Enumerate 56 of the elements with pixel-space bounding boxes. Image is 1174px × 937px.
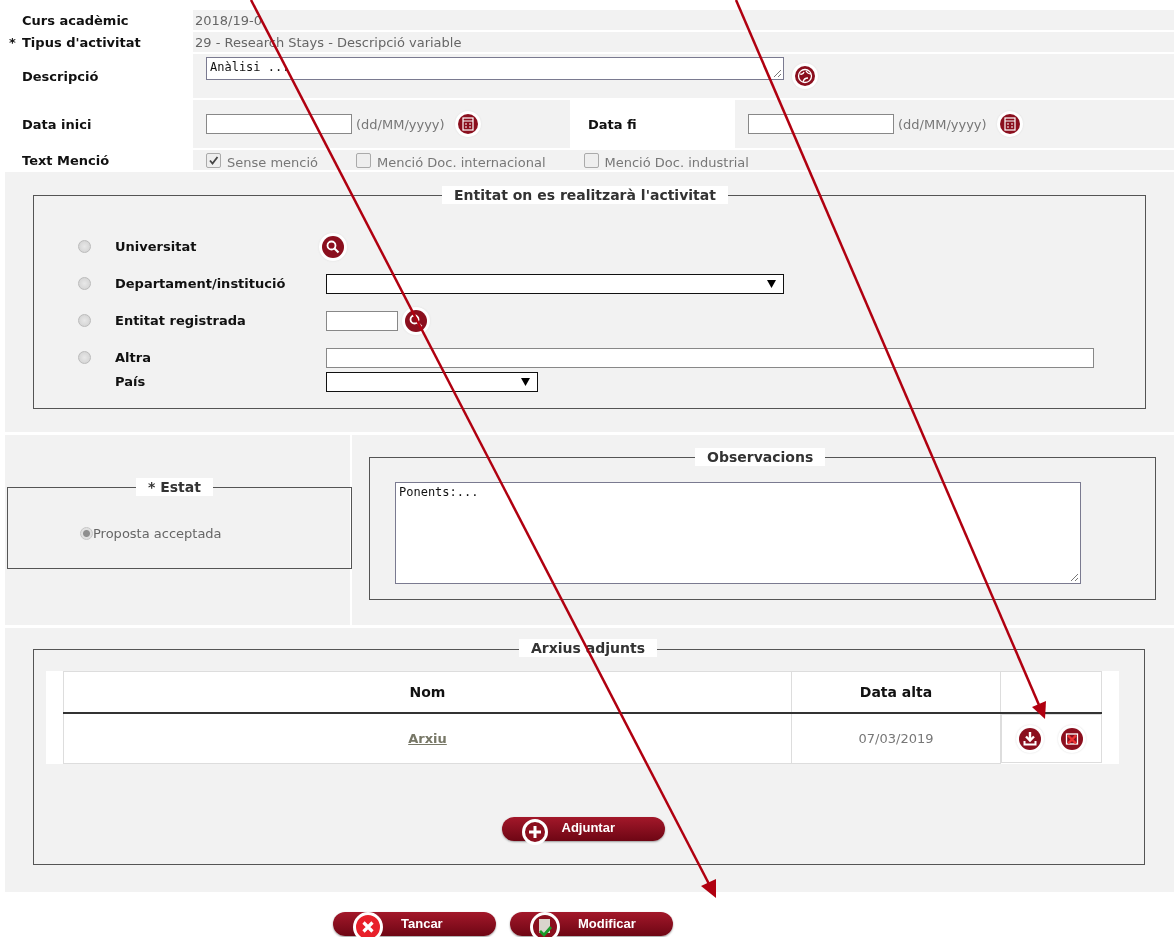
radio-button[interactable] (78, 351, 91, 364)
select-field[interactable] (326, 371, 538, 392)
globe-icon[interactable] (792, 63, 818, 89)
calendar-icon[interactable] (996, 111, 1023, 137)
download-icon[interactable] (1016, 724, 1045, 753)
radio-button[interactable] (78, 277, 91, 290)
date-format-hint: (dd/MM/yyyy) (898, 116, 987, 132)
fieldset-legend: Entitat on es realitzarà l'activitat (442, 186, 728, 204)
fieldset-legend: Observacions (695, 448, 826, 466)
input-field[interactable] (326, 310, 398, 331)
delete-icon[interactable] (1058, 724, 1087, 753)
caret-icon (767, 279, 776, 288)
plus-icon (521, 818, 548, 845)
radio-button[interactable] (78, 314, 91, 327)
date-format-hint: (dd/MM/yyyy) (356, 116, 445, 132)
input-field[interactable] (326, 347, 1094, 368)
field-label: Altra (115, 350, 152, 365)
file-link[interactable]: Arxiu (408, 731, 447, 747)
radio-button[interactable] (78, 240, 91, 253)
observations-field[interactable]: Ponents:... (395, 482, 1081, 584)
calendar-icon[interactable] (454, 111, 481, 137)
checkbox[interactable] (206, 152, 221, 168)
search-icon[interactable] (402, 306, 430, 335)
description-field[interactable]: Anàlisi ... (206, 57, 784, 80)
radio-button[interactable] (80, 527, 93, 540)
radio-label: Proposta acceptada (93, 526, 222, 541)
field-label: Tipus d'activitat (22, 34, 141, 50)
resize-grip-icon[interactable] (773, 69, 782, 78)
field-label: País (115, 374, 147, 389)
field-label: Descripció (22, 68, 99, 84)
fieldset-legend: * Estat (136, 478, 213, 496)
checkbox-label: Menció Doc. industrial (604, 153, 749, 170)
field-label: Data inici (22, 116, 92, 132)
required-mark: * (9, 34, 16, 50)
date-field[interactable] (748, 114, 894, 134)
search-icon[interactable] (319, 232, 347, 261)
column-header: Data alta (791, 671, 1001, 713)
action-button[interactable]: Tancar (333, 912, 496, 936)
action-button[interactable]: Modificar (510, 912, 673, 936)
field-label: Data fi (588, 116, 637, 132)
field-label: Departament/institució (115, 276, 287, 291)
checkbox[interactable] (583, 152, 599, 168)
checkbox-label: Menció Doc. internacional (377, 153, 546, 170)
date-field[interactable] (206, 114, 352, 134)
field-label: Universitat (115, 239, 198, 254)
field-label: Text Menció (22, 152, 110, 168)
field-label: Curs acadèmic (22, 12, 129, 28)
select-field[interactable] (326, 273, 784, 294)
table-cell: 07/03/2019 (791, 713, 1001, 763)
column-header: Nom (63, 671, 792, 713)
checkbox-label: Sense menció (227, 153, 318, 170)
resize-grip-icon[interactable] (1070, 573, 1079, 582)
field-label: Entitat registrada (115, 313, 247, 328)
field-value: 2018/19-0 (194, 12, 262, 28)
caret-icon (521, 377, 530, 386)
checkbox[interactable] (356, 152, 371, 168)
